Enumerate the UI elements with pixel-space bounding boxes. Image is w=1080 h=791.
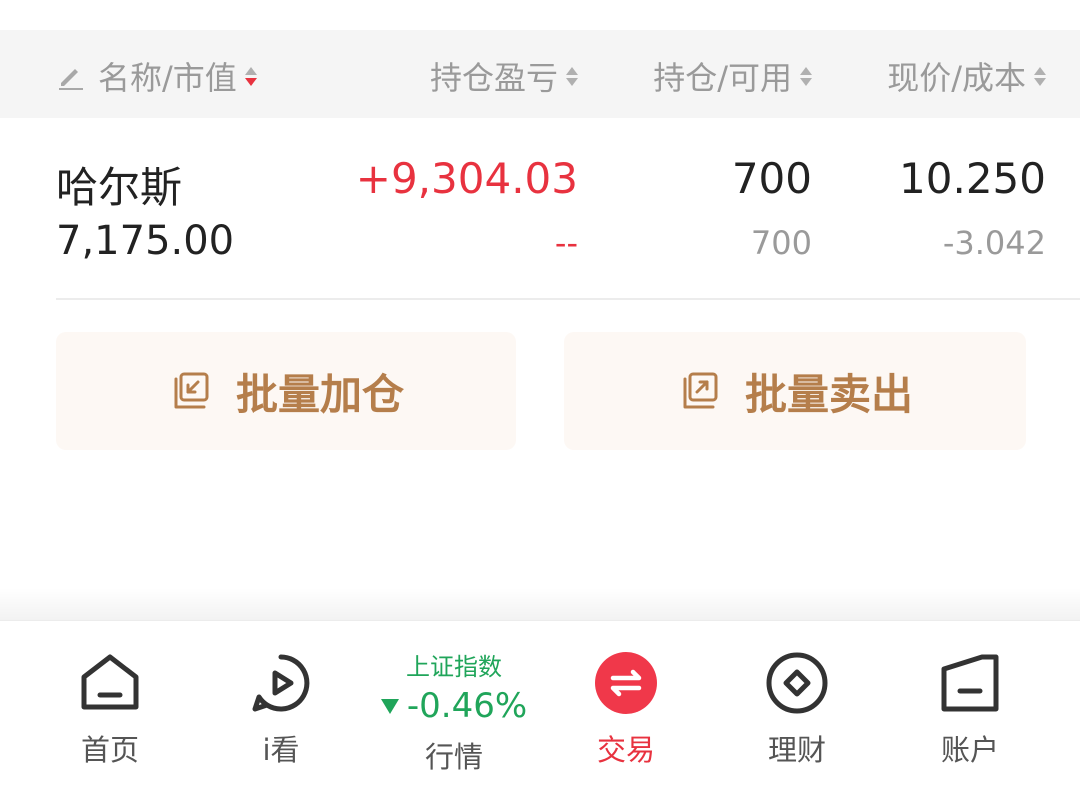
batch-add-button[interactable]: 批量加仓 xyxy=(56,332,516,450)
market-index-change: -0.46% xyxy=(380,686,528,726)
position-col-label: 持仓/可用 xyxy=(653,59,792,97)
sort-icon xyxy=(1034,66,1046,86)
sort-icon xyxy=(244,66,257,86)
play-icon xyxy=(252,654,310,712)
current-price: 10.250 xyxy=(899,154,1046,203)
tab-ikan[interactable]: i看 xyxy=(206,621,356,791)
tab-market-label: 行情 xyxy=(424,740,483,774)
sort-by-pl[interactable]: 持仓盈亏 xyxy=(429,56,578,97)
row-divider xyxy=(56,298,1080,300)
sort-icon xyxy=(800,66,812,86)
batch-sell-button[interactable]: 批量卖出 xyxy=(564,332,1026,450)
holding-row[interactable]: 哈尔斯 7,175.00 +9,304.03 -- 700 700 10.250… xyxy=(0,118,1080,300)
tabbar-shadow xyxy=(0,588,1080,620)
tab-home-label: 首页 xyxy=(80,733,139,767)
bottom-tab-bar: 首页 i看 上证指数 -0.46% 行情 交易 理财 账户 xyxy=(0,620,1080,791)
tab-account[interactable]: 账户 xyxy=(895,621,1045,791)
wealth-coin-icon xyxy=(766,652,828,714)
tab-account-label: 账户 xyxy=(940,733,999,767)
trade-swap-icon xyxy=(595,652,657,714)
stock-name: 哈尔斯 xyxy=(56,163,183,212)
batch-sell-icon xyxy=(683,372,718,409)
batch-add-label: 批量加仓 xyxy=(235,369,404,419)
pl-col-label: 持仓盈亏 xyxy=(429,59,558,97)
tab-ikan-label: i看 xyxy=(262,733,300,767)
down-triangle-icon xyxy=(380,698,399,714)
position-qty: 700 xyxy=(731,154,812,203)
home-icon xyxy=(81,654,139,710)
tab-trade-label: 交易 xyxy=(596,733,655,767)
tab-market[interactable]: 上证指数 -0.46% 行情 xyxy=(379,621,529,791)
sort-icon xyxy=(566,66,578,86)
cost-price: -3.042 xyxy=(942,224,1046,262)
sort-by-position[interactable]: 持仓/可用 xyxy=(653,56,812,97)
profit-loss-ratio: -- xyxy=(554,224,578,262)
sort-by-price[interactable]: 现价/成本 xyxy=(887,56,1046,97)
market-index-name: 上证指数 xyxy=(406,653,502,681)
sort-by-name[interactable]: 名称/市值 xyxy=(56,56,257,97)
price-col-label: 现价/成本 xyxy=(887,59,1026,97)
market-value: 7,175.00 xyxy=(56,218,235,264)
market-index-change-value: -0.46% xyxy=(406,686,528,726)
wallet-icon xyxy=(941,654,999,712)
tab-wealth-label: 理财 xyxy=(767,733,826,767)
batch-sell-label: 批量卖出 xyxy=(744,369,913,419)
tab-trade[interactable]: 交易 xyxy=(551,621,701,791)
top-strip xyxy=(0,0,1080,30)
tab-home[interactable]: 首页 xyxy=(35,621,185,791)
holdings-header: 名称/市值 持仓盈亏 持仓/可用 现价/成本 xyxy=(0,30,1080,118)
profit-loss: +9,304.03 xyxy=(355,154,578,203)
batch-add-icon xyxy=(174,372,209,409)
tab-wealth[interactable]: 理财 xyxy=(722,621,872,791)
edit-icon[interactable] xyxy=(56,61,86,91)
available-qty: 700 xyxy=(750,224,812,262)
name-col-label: 名称/市值 xyxy=(98,59,237,97)
